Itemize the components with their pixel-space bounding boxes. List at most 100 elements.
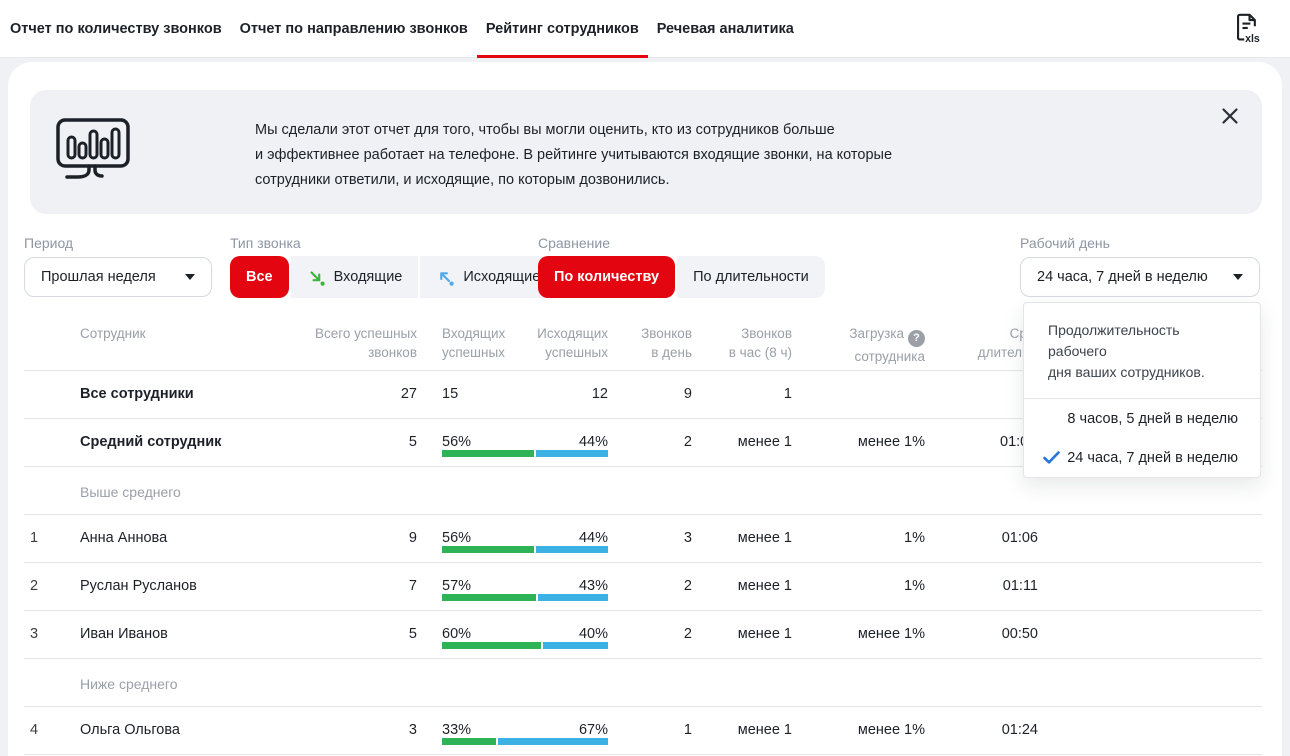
employee-name-cell: Все сотрудники — [80, 385, 194, 403]
call-type-option-label: Все — [246, 269, 273, 285]
total-calls-cell: 5 — [224, 433, 417, 451]
call-type-option-2-button[interactable]: Исходящие — [420, 256, 556, 298]
tab-1[interactable]: Отчет по направлению звонков — [231, 0, 477, 57]
table-row: 3Иван Иванов560%40%2менее 1менее 1%00:50 — [24, 611, 1262, 659]
tab-label: Рейтинг сотрудников — [486, 21, 639, 37]
employee-name-cell: Руслан Русланов — [80, 577, 197, 595]
load-cell: 1% — [772, 577, 925, 595]
total-calls-cell: 5 — [224, 625, 417, 643]
avg-duration-cell: 00:50 — [904, 625, 1038, 643]
incoming-bar-segment — [442, 642, 541, 649]
column-header-text: Сотрудник — [80, 326, 146, 341]
avg-duration-cell: 01:06 — [904, 529, 1038, 547]
incoming-bar-segment — [442, 546, 534, 553]
incoming-bar-segment — [442, 450, 534, 457]
in-out-ratio-bar — [442, 594, 608, 601]
load-cell: менее 1% — [772, 433, 925, 451]
table-row: 2Руслан Русланов757%43%2менее 11%01:11 — [24, 563, 1262, 611]
calls-per-hour-cell: 1 — [692, 385, 792, 403]
rank-cell: 4 — [30, 721, 70, 739]
column-header-line: Сотрудник — [80, 324, 146, 343]
report-tabs: Отчет по количеству звонков Отчет по напр… — [1, 0, 803, 57]
tab-0[interactable]: Отчет по количеству звонков — [1, 0, 231, 57]
rank-cell: 2 — [30, 577, 70, 595]
outgoing-bar-segment — [538, 594, 608, 601]
tab-2[interactable]: Рейтинг сотрудников — [477, 0, 648, 57]
outgoing-bar-segment — [536, 450, 608, 457]
column-header-text: успешных — [442, 345, 505, 360]
table-row: 1Анна Аннова956%44%3менее 11%01:06 — [24, 515, 1262, 563]
chevron-down-icon — [185, 274, 195, 280]
calls-per-day-cell: 1 — [592, 721, 692, 739]
comparison-option-label: По длительности — [693, 269, 809, 285]
total-calls-cell: 3 — [224, 721, 417, 739]
column-header-line: Всего успешных — [224, 324, 417, 343]
column-header-line: звонков — [224, 343, 417, 362]
in-out-ratio-bar — [442, 642, 608, 649]
outgoing-bar-segment — [498, 738, 608, 745]
column-header-text: Всего успешных — [315, 326, 417, 341]
workday-dropdown-panel: Продолжительность рабочего дня ваших сот… — [1023, 302, 1261, 478]
report-card: Мы сделали этот отчет для того, чтобы вы… — [8, 62, 1282, 756]
total-calls-cell: 27 — [224, 385, 417, 403]
column-header-load: Загрузка?сотрудника — [772, 324, 925, 366]
chevron-down-icon — [1233, 274, 1243, 280]
workday-label: Рабочий день — [1020, 235, 1110, 251]
call-type-option-1-button[interactable]: Входящие — [291, 256, 419, 298]
column-header-line: Загрузка? — [772, 324, 925, 347]
call-type-option-label: Входящие — [334, 269, 403, 285]
workday-value: 24 часа, 7 дней в неделю — [1037, 269, 1208, 285]
in-out-ratio-bar — [442, 738, 608, 745]
outgoing-bar-segment — [543, 642, 608, 649]
calls-per-day-cell: 2 — [592, 625, 692, 643]
calls-per-day-cell: 9 — [592, 385, 692, 403]
workday-select[interactable]: 24 часа, 7 дней в неделю — [1020, 257, 1260, 297]
check-icon — [1043, 451, 1060, 464]
comparison-option-label: По количеству — [554, 269, 659, 285]
load-cell: менее 1% — [772, 721, 925, 739]
in-out-ratio-bar — [442, 546, 608, 553]
table-row: 4Ольга Ольгова333%67%1менее 1менее 1%01:… — [24, 707, 1262, 755]
period-select[interactable]: Прошлая неделя — [24, 257, 212, 297]
workday-option-label: 24 часа, 7 дней в неделю — [1067, 450, 1238, 466]
incoming-call-arrow-icon — [307, 268, 326, 287]
comparison-option-0-button[interactable]: По количеству — [538, 256, 675, 298]
tab-label: Отчет по направлению звонков — [240, 21, 468, 37]
period-label: Период — [24, 235, 73, 251]
outgoing-bar-segment — [536, 546, 608, 553]
column-header-employee: Сотрудник — [80, 324, 146, 343]
column-header-total: Всего успешных звонков — [224, 324, 417, 362]
employee-name-cell: Средний сотрудник — [80, 433, 221, 451]
tab-label: Отчет по количеству звонков — [10, 21, 222, 37]
table-group-row: Ниже среднего — [24, 659, 1262, 707]
comparison-label: Сравнение — [538, 235, 610, 251]
load-cell: менее 1% — [772, 625, 925, 643]
column-header-line: сотрудника — [772, 347, 925, 366]
info-banner: Мы сделали этот отчет для того, чтобы вы… — [30, 90, 1262, 214]
comparison-option-1-button[interactable]: По длительности — [677, 256, 825, 298]
active-tab-underline — [477, 55, 648, 59]
close-icon[interactable] — [1220, 106, 1240, 126]
call-type-segmented-control: Все Входящие Исходящие — [230, 256, 556, 298]
export-xls-button[interactable]: xls — [1226, 11, 1266, 49]
workday-option-1[interactable]: 24 часа, 7 дней в неделю — [1024, 438, 1260, 477]
column-header-line: в день — [592, 343, 692, 362]
column-header-text: Загрузка — [849, 326, 904, 341]
tab-3[interactable]: Речевая аналитика — [648, 0, 803, 57]
total-calls-cell: 9 — [224, 529, 417, 547]
comparison-segmented-control: По количеству По длительности — [538, 256, 825, 298]
column-header-text: Звонков — [641, 326, 692, 341]
column-header-text: в день — [651, 345, 692, 360]
employee-name-cell: Анна Аннова — [80, 529, 167, 547]
xls-export-icon: xls — [1231, 11, 1261, 50]
call-type-option-label: Исходящие — [463, 269, 540, 285]
column-header-per-day: Звонков в день — [592, 324, 692, 362]
group-label: Выше среднего — [80, 483, 181, 501]
calls-per-day-cell: 2 — [592, 577, 692, 595]
workday-option-0[interactable]: 8 часов, 5 дней в неделю — [1024, 399, 1260, 438]
rank-cell: 3 — [30, 625, 70, 643]
employee-name-cell: Ольга Ольгова — [80, 721, 180, 739]
banner-text: Мы сделали этот отчет для того, чтобы вы… — [255, 118, 1235, 193]
avg-duration-cell: 01:11 — [904, 577, 1038, 595]
call-type-option-0-button[interactable]: Все — [230, 256, 289, 298]
